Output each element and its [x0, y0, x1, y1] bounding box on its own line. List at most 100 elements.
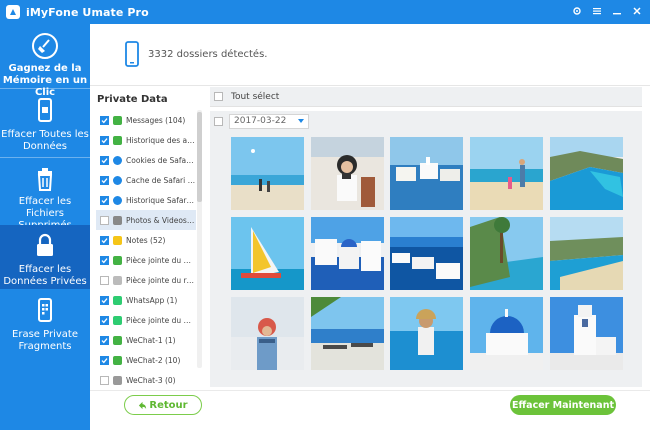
category-row[interactable]: Pièce jointe du re...: [96, 270, 196, 290]
select-all-bar: Tout sélect: [210, 87, 642, 107]
category-row[interactable]: Historique Safari (...: [96, 190, 196, 210]
check-icon: [101, 297, 108, 303]
category-app-icon: [113, 255, 122, 265]
photo-thumbnail[interactable]: [390, 297, 463, 370]
category-checkbox[interactable]: [100, 195, 109, 205]
sidebar-divider: [0, 88, 90, 89]
category-label: Photos & Videos (...: [126, 215, 196, 225]
category-checkbox[interactable]: [100, 175, 109, 185]
erase-now-button[interactable]: Effacer Maintenant: [510, 395, 616, 415]
back-arrow-icon: [139, 401, 147, 409]
select-all-label: Tout sélect: [231, 91, 280, 102]
category-app-icon: [113, 215, 122, 225]
category-label: Pièce jointe du me...: [126, 255, 196, 265]
chevron-down-icon: [298, 118, 304, 123]
category-checkbox[interactable]: [100, 315, 109, 325]
back-button-label: Retour: [149, 399, 188, 411]
lock-icon: [30, 231, 60, 261]
category-checkbox[interactable]: [100, 135, 109, 145]
photo-thumbnail[interactable]: [470, 297, 543, 370]
category-checkbox[interactable]: [100, 375, 109, 385]
check-icon: [101, 237, 108, 243]
date-group-checkbox[interactable]: [214, 116, 223, 126]
category-label: Pièce jointe du W...: [126, 315, 196, 325]
photo-thumbnail[interactable]: [550, 137, 623, 210]
back-button[interactable]: Retour: [124, 395, 202, 415]
sidebar-item-erase-all[interactable]: Effacer Toutes les Données: [0, 96, 90, 158]
menu-icon[interactable]: [590, 4, 604, 18]
sidebar-item-erase-fragments[interactable]: Erase Private Fragments: [0, 296, 90, 358]
photo-thumbnail[interactable]: [550, 217, 623, 290]
sidebar-item-label: Effacer les Données Privées: [3, 264, 87, 287]
phone-erase-icon: [30, 96, 60, 126]
photo-thumbnail[interactable]: [311, 297, 384, 370]
category-checkbox[interactable]: [100, 215, 109, 225]
check-icon: [101, 257, 108, 263]
category-label: WeChat-3 (0): [126, 375, 176, 385]
sidebar-item-label: Gagnez de la Mémoire en un Clic: [2, 63, 88, 98]
category-row[interactable]: Notes (52): [96, 230, 196, 250]
photo-thumbnail[interactable]: [231, 137, 304, 210]
minimize-icon[interactable]: [610, 4, 624, 18]
title-bar: iMyFone Umate Pro: [0, 0, 650, 24]
check-icon: [101, 357, 108, 363]
sidebar-item-erase-deleted[interactable]: Effacer les Fichiers Supprimés: [0, 165, 90, 231]
category-row[interactable]: WeChat-1 (1): [96, 330, 196, 350]
photo-thumbnail[interactable]: [311, 217, 384, 290]
check-icon: [101, 137, 108, 143]
list-scrollbar-thumb[interactable]: [197, 112, 202, 202]
category-row[interactable]: Pièce jointe du me...: [96, 250, 196, 270]
check-icon: [101, 337, 108, 343]
category-checkbox[interactable]: [100, 115, 109, 125]
category-row[interactable]: WeChat-3 (0): [96, 370, 196, 390]
category-app-icon: [113, 315, 122, 325]
category-checkbox[interactable]: [100, 235, 109, 245]
category-label: Cache de Safari (1...: [126, 175, 196, 185]
check-icon: [101, 117, 108, 123]
category-checkbox[interactable]: [100, 335, 109, 345]
app-window: iMyFone Umate Pro Gagnez de la Mémoire e…: [0, 0, 650, 430]
category-checkbox[interactable]: [100, 155, 109, 165]
category-row[interactable]: WhatsApp (1): [96, 290, 196, 310]
category-app-icon: [113, 175, 122, 185]
category-checkbox[interactable]: [100, 355, 109, 365]
detected-count: 3332 dossiers détectés.: [148, 49, 268, 60]
photo-thumbnail[interactable]: [470, 217, 543, 290]
app-logo-icon: [6, 5, 20, 19]
close-icon[interactable]: [630, 4, 644, 18]
photo-thumbnail[interactable]: [231, 297, 304, 370]
photo-thumbnail[interactable]: [550, 297, 623, 370]
category-row[interactable]: Messages (104): [96, 110, 196, 130]
category-row[interactable]: Cookies de Safari ...: [96, 150, 196, 170]
sidebar-divider: [0, 157, 90, 158]
category-label: WhatsApp (1): [126, 295, 178, 305]
settings-icon[interactable]: [570, 4, 584, 18]
category-row[interactable]: Photos & Videos (...: [96, 210, 196, 230]
check-icon: [101, 317, 108, 323]
category-checkbox[interactable]: [100, 275, 109, 285]
select-all-checkbox[interactable]: [214, 92, 223, 101]
category-app-icon: [113, 155, 122, 165]
photo-thumbnail[interactable]: [231, 217, 304, 290]
category-row[interactable]: Pièce jointe du W...: [96, 310, 196, 330]
app-title: iMyFone Umate Pro: [26, 5, 149, 19]
photo-thumbnail[interactable]: [390, 137, 463, 210]
phone-fragments-icon: [30, 296, 60, 326]
photo-thumbnail[interactable]: [311, 137, 384, 210]
sidebar-item-free-space[interactable]: Gagnez de la Mémoire en un Clic: [0, 32, 90, 98]
sidebar-item-erase-private[interactable]: Effacer les Données Privées: [0, 225, 90, 289]
category-label: Pièce jointe du re...: [126, 275, 196, 285]
category-checkbox[interactable]: [100, 255, 109, 265]
photo-thumbnail[interactable]: [390, 217, 463, 290]
category-app-icon: [113, 275, 122, 285]
photo-thumbnail[interactable]: [470, 137, 543, 210]
category-app-icon: [113, 235, 122, 245]
date-dropdown[interactable]: 2017-03-22: [229, 113, 309, 129]
category-row[interactable]: Cache de Safari (1...: [96, 170, 196, 190]
category-app-icon: [113, 195, 122, 205]
category-label: Historique Safari (...: [126, 195, 196, 205]
category-row[interactable]: WeChat-2 (10): [96, 350, 196, 370]
category-row[interactable]: Historique des ap...: [96, 130, 196, 150]
category-checkbox[interactable]: [100, 295, 109, 305]
photo-grid: [210, 131, 642, 387]
